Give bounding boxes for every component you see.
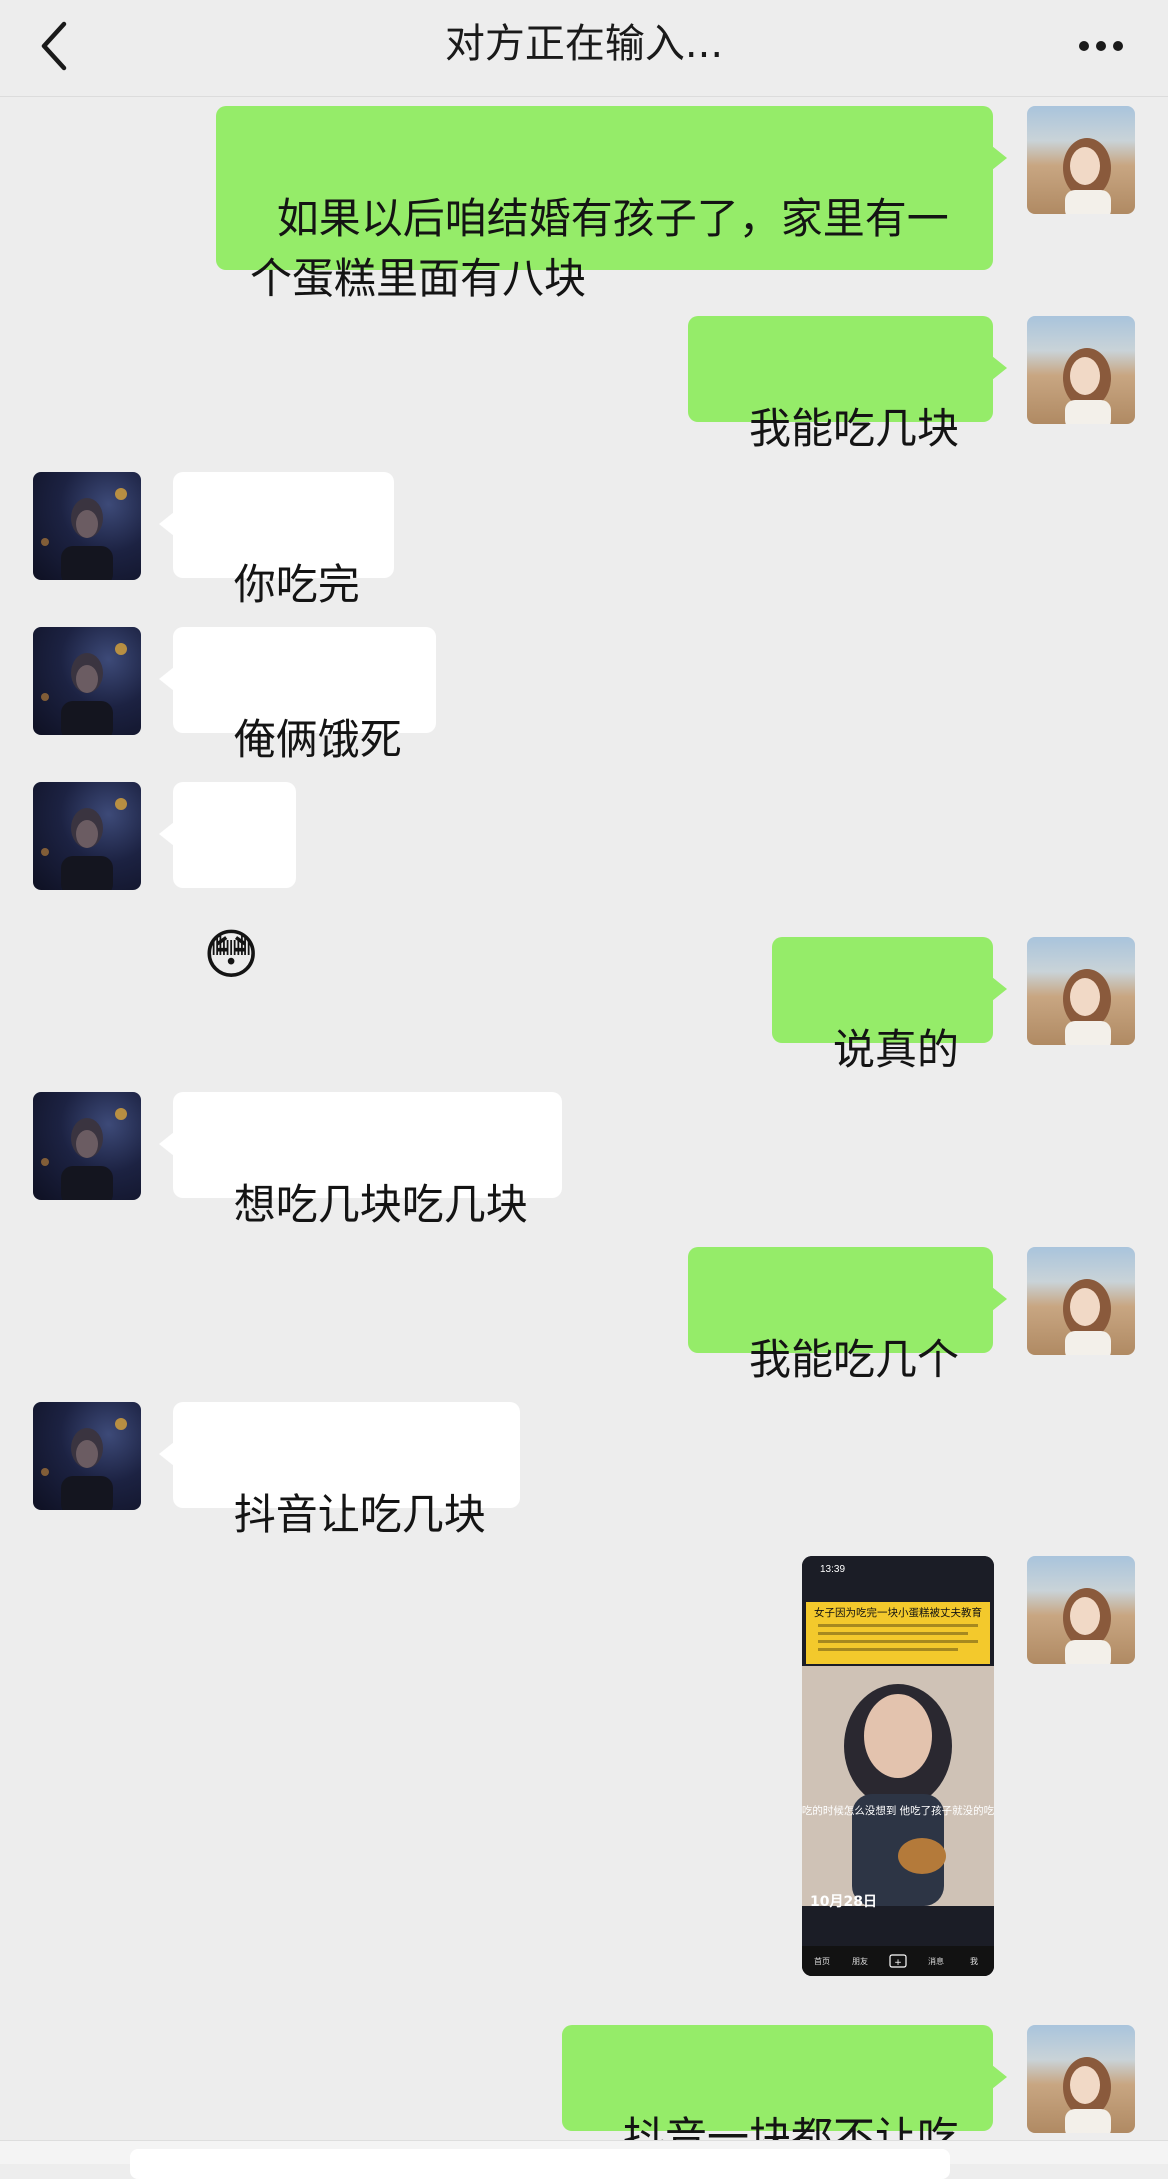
screenshot-caption: “他吃的时候怎么没想到 他吃了孩子就没的吃呢” (802, 1804, 994, 1817)
outgoing-message-bubble[interactable]: 如果以后咱结婚有孩子了，家里有一 个蛋糕里面有八块 (216, 106, 1007, 303)
my-avatar[interactable] (1027, 937, 1135, 1045)
avatar-photo-icon (1063, 1279, 1111, 1355)
message-text: 俺俩饿死 (233, 715, 402, 764)
avatar-photo-icon (41, 1418, 127, 1510)
my-avatar[interactable] (1027, 1247, 1135, 1355)
my-avatar[interactable] (1027, 106, 1135, 214)
outgoing-message-bubble[interactable]: 我能吃几个 (688, 1247, 1007, 1384)
outgoing-message-bubble[interactable]: 抖音一块都不让吃 (562, 2025, 1007, 2162)
contact-avatar[interactable] (33, 782, 141, 890)
contact-avatar[interactable] (33, 1402, 141, 1510)
incoming-message-bubble[interactable]: 抖音让吃几块 (159, 1402, 520, 1539)
contact-avatar[interactable] (33, 627, 141, 735)
avatar-photo-icon (41, 488, 127, 580)
screenshot-nav-messages: 消息 (928, 1956, 944, 1966)
outgoing-message-bubble[interactable]: 说真的 (772, 937, 1007, 1074)
message-text: 我能吃几块 (748, 404, 959, 453)
message-composer-bar (0, 2140, 1168, 2179)
screenshot-nav-me: 我 (970, 1956, 978, 1966)
screenshot-headline: 女子因为吃完一块小蛋糕被丈夫教育 (814, 1606, 982, 1619)
avatar-photo-icon (1063, 2057, 1111, 2133)
avatar-photo-icon (41, 643, 127, 735)
incoming-message-bubble[interactable]: 你吃完 (159, 472, 394, 609)
avatar-photo-icon (1063, 969, 1111, 1045)
incoming-message-bubble[interactable]: 😳 (159, 782, 296, 985)
message-text: 如果以后咱结婚有孩子了，家里有一 个蛋糕里面有八块 (250, 194, 949, 303)
contact-avatar[interactable] (33, 472, 141, 580)
screenshot-time: 13:39 (820, 1564, 845, 1575)
screenshot-nav-home: 首页 (814, 1956, 830, 1966)
screenshot-image: 13:39 女子因为吃完一块小蛋糕被丈夫教育 “他吃的时候怎么没想到 他吃了孩子… (802, 1556, 994, 1976)
message-text: 想吃几块吃几块 (233, 1180, 528, 1229)
screenshot-nav-friends: 朋友 (852, 1956, 868, 1966)
chat-header: 对方正在输入... (0, 0, 1168, 97)
message-text: 说真的 (832, 1025, 959, 1074)
message-text: 抖音让吃几块 (233, 1490, 486, 1539)
incoming-message-bubble[interactable]: 俺俩饿死 (159, 627, 436, 764)
message-input[interactable] (130, 2149, 950, 2179)
more-dots-icon[interactable] (1076, 38, 1126, 54)
screenshot-date: 10月28日 (810, 1894, 877, 1910)
chat-title: 对方正在输入... (444, 21, 724, 67)
my-avatar[interactable] (1027, 1556, 1135, 1664)
shared-video-screenshot[interactable]: 13:39 女子因为吃完一块小蛋糕被丈夫教育 “他吃的时候怎么没想到 他吃了孩子… (802, 1556, 994, 1976)
screenshot-caption-text: “他吃的时候怎么没想到 他吃了孩子就没的吃呢” (802, 1804, 994, 1817)
outgoing-message-bubble[interactable]: 我能吃几块 (688, 316, 1007, 453)
avatar-photo-icon (41, 798, 127, 890)
avatar-photo-icon (41, 1108, 127, 1200)
contact-avatar[interactable] (33, 1092, 141, 1200)
avatar-photo-icon (1063, 1588, 1111, 1664)
my-avatar[interactable] (1027, 316, 1135, 424)
my-avatar[interactable] (1027, 2025, 1135, 2133)
emoji-text: 😳 (203, 923, 260, 986)
avatar-photo-icon (1063, 138, 1111, 214)
screenshot-nav-plus: + (894, 1958, 902, 1968)
message-text: 你吃完 (233, 560, 360, 609)
incoming-message-bubble[interactable]: 想吃几块吃几块 (159, 1092, 562, 1229)
avatar-photo-icon (1063, 348, 1111, 424)
message-text: 我能吃几个 (748, 1335, 959, 1384)
